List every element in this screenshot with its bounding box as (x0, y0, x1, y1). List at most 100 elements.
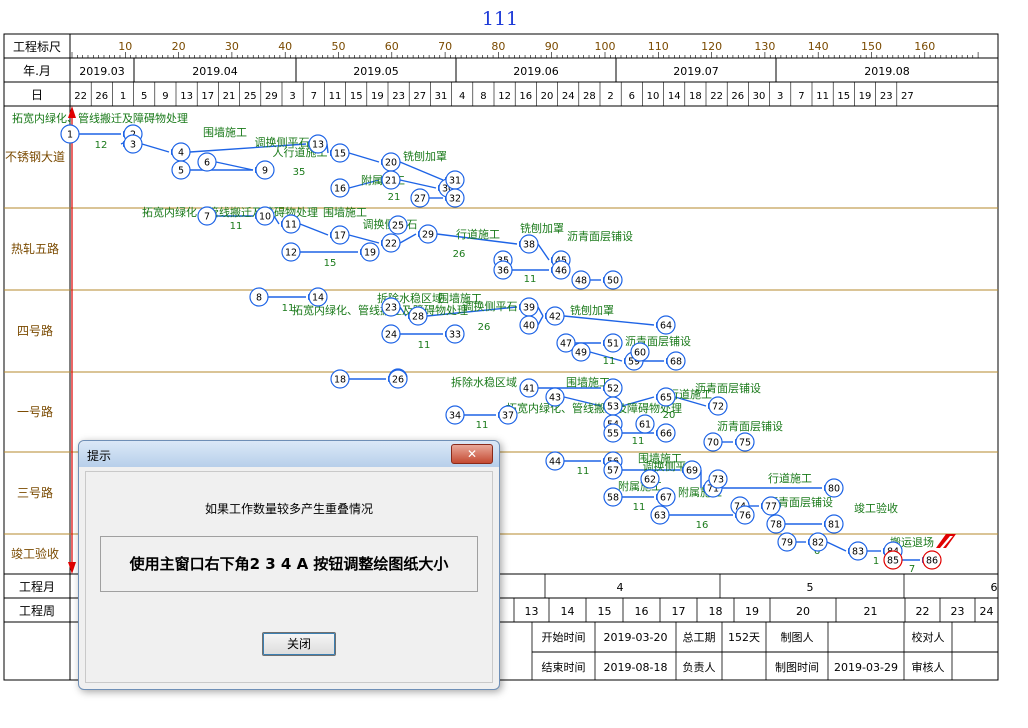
project-week-value: 19 (745, 605, 759, 618)
event-node-label: 64 (660, 321, 672, 332)
dialog-titlebar[interactable]: 提示 ✕ (79, 441, 499, 467)
event-node-label: 16 (334, 184, 346, 195)
day-label: 29 (265, 91, 278, 102)
day-label: 26 (95, 91, 108, 102)
event-node-label: 19 (364, 248, 376, 259)
project-week-value: 13 (525, 605, 539, 618)
event-node-label: 46 (555, 266, 567, 277)
day-label: 13 (180, 91, 193, 102)
project-week-value: 14 (561, 605, 575, 618)
event-node-label: 23 (385, 303, 397, 314)
info-cell: 2019-03-29 (834, 661, 898, 674)
event-node-label: 6 (204, 158, 210, 169)
event-node-label: 53 (607, 402, 619, 413)
event-node-label: 31 (449, 176, 461, 187)
event-node-label: 78 (770, 520, 782, 531)
month-label-1: 2019.04 (192, 65, 238, 78)
event-node-label: 15 (334, 149, 346, 160)
event-node-label: 63 (654, 511, 666, 522)
group-label-2: 四号路 (17, 323, 53, 338)
dialog-message-resize: 使用主窗口右下角2 3 4 A 按钮调整绘图纸大小 (129, 555, 449, 573)
event-node-label: 29 (422, 230, 434, 241)
event-node-label: 69 (686, 466, 698, 477)
event-node-label: 3 (130, 140, 136, 151)
event-node-label: 41 (523, 384, 535, 395)
project-month-value: 5 (807, 581, 814, 594)
event-node-label: 20 (385, 158, 397, 169)
task-label: 调换侧平石 (463, 299, 518, 313)
info-cell: 制图时间 (775, 661, 819, 674)
info-cell: 开始时间 (542, 630, 586, 644)
event-node-label: 86 (926, 556, 938, 567)
scale-tick-label: 10 (118, 40, 132, 53)
event-node-label: 80 (828, 484, 840, 495)
event-node-label: 72 (712, 402, 724, 413)
task-label: 沥青面层铺设 (717, 420, 783, 433)
task-label: 拆除水稳区域 (451, 375, 517, 389)
event-node-label: 50 (607, 276, 619, 287)
duration-label: 16 (696, 520, 709, 531)
project-week-value: 16 (635, 605, 649, 618)
info-cell: 2019-08-18 (604, 661, 668, 674)
event-node-label: 60 (634, 348, 646, 359)
task-label: 铣刨加罩 (570, 303, 614, 317)
event-node-label: 9 (262, 166, 268, 177)
event-node-label: 32 (449, 194, 461, 205)
scale-tick-label: 20 (172, 40, 186, 53)
dialog-close-button[interactable]: ✕ (451, 444, 493, 464)
event-node-label: 51 (607, 339, 619, 350)
hint-dialog[interactable]: 提示 ✕ 如果工作数量较多产生重叠情况 使用主窗口右下角2 3 4 A 按钮调整… (78, 440, 500, 690)
day-label: 20 (541, 91, 554, 102)
task-label: 行道施工 (768, 471, 812, 485)
event-node-label: 25 (392, 221, 404, 232)
dialog-message-box: 使用主窗口右下角2 3 4 A 按钮调整绘图纸大小 (100, 536, 478, 592)
duration-label: 11 (230, 221, 243, 232)
task-label: 铣刨加罩 (520, 221, 564, 235)
scale-tick-label: 70 (438, 40, 452, 53)
project-week-value: 17 (672, 605, 686, 618)
task-label: 拓宽内绿化、管线搬迁及障碍物处理 (506, 401, 682, 415)
month-label-0: 2019.03 (79, 65, 125, 78)
day-label: 1 (120, 91, 126, 102)
task-label: 行道施工 (456, 227, 500, 241)
today-arrow-down (68, 562, 76, 574)
event-node-label: 28 (412, 312, 424, 323)
event-node-label: 70 (707, 438, 719, 449)
activity-arrow (348, 152, 380, 163)
event-node-label: 13 (312, 140, 324, 151)
event-node-label: 43 (549, 393, 561, 404)
event-node-label: 73 (712, 475, 724, 486)
day-label: 16 (519, 91, 532, 102)
scale-tick-label: 40 (278, 40, 292, 53)
scale-tick-label: 160 (914, 40, 935, 53)
event-node-label: 27 (414, 194, 426, 205)
duration-label: 11 (603, 356, 616, 367)
event-node-label: 57 (607, 466, 619, 477)
event-node-label: 48 (575, 276, 587, 287)
duration-label: 15 (324, 258, 337, 269)
activity-arrow (215, 161, 254, 171)
event-node-label: 22 (385, 239, 397, 250)
task-label: 围墙施工 (203, 125, 247, 139)
day-label: 31 (435, 91, 448, 102)
task-label: 拓宽内绿化、管线搬迁及障碍物处理 (12, 111, 188, 125)
duration-label: 11 (577, 466, 590, 477)
duration-label: 7 (909, 564, 915, 575)
duration-label: 1 (873, 556, 879, 567)
project-week-value: 15 (598, 605, 612, 618)
project-month-label: 工程月 (19, 579, 55, 594)
event-node-label: 83 (852, 547, 864, 558)
event-node-label: 33 (449, 330, 461, 341)
dialog-title: 提示 (87, 449, 112, 463)
event-node-label: 7 (204, 212, 210, 223)
day-label: 6 (629, 91, 635, 102)
dialog-ok-button[interactable]: 关闭 (262, 632, 336, 656)
scale-label: 工程标尺 (13, 39, 61, 54)
event-node-label: 14 (312, 293, 324, 304)
event-node-label: 81 (828, 520, 840, 531)
event-node-label: 8 (256, 293, 262, 304)
day-label: 日 (31, 88, 43, 102)
month-label: 年.月 (23, 64, 51, 78)
scale-tick-label: 50 (332, 40, 346, 53)
day-label: 7 (311, 91, 317, 102)
